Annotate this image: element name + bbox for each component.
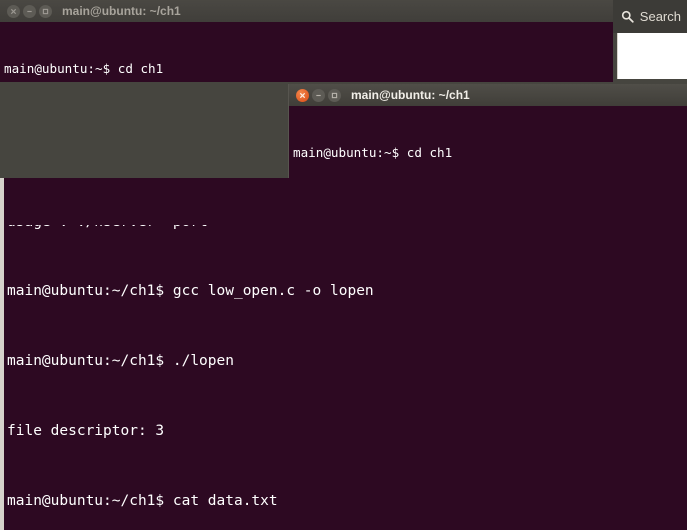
- maximize-icon[interactable]: [39, 4, 52, 18]
- terminal-line: main@ubuntu:~/ch1$ gcc low_open.c -o lop…: [7, 282, 374, 299]
- window-titlebar[interactable]: main@ubuntu: ~/ch1: [0, 0, 613, 22]
- search-label: Search: [639, 9, 681, 24]
- terminal-window-hserver[interactable]: main@ubuntu: ~/ch1 main@ubuntu:~$ cd ch1…: [288, 84, 687, 178]
- window-controls[interactable]: [7, 4, 52, 18]
- terminal-output[interactable]: main@ubuntu:~$ cd ch1 main@ubuntu:~/ch1$…: [289, 106, 687, 178]
- terminal-line: main@ubuntu:~$ cd ch1: [293, 145, 453, 160]
- window-title: main@ubuntu: ~/ch1: [62, 4, 181, 18]
- window-titlebar[interactable]: main@ubuntu: ~/ch1: [289, 84, 687, 106]
- terminal-line-clipped: usage : ./hserver <port>: [7, 225, 687, 233]
- terminal-output[interactable]: main@ubuntu:~$ cd ch1 main@ubuntu:~/ch1$…: [0, 22, 613, 82]
- window-title: main@ubuntu: ~/ch1: [351, 88, 470, 102]
- terminal-line: main@ubuntu:~$ cd ch1: [4, 61, 164, 76]
- maximize-icon[interactable]: [328, 88, 341, 102]
- window-controls[interactable]: [296, 88, 341, 102]
- terminal-window-hclient[interactable]: main@ubuntu: ~/ch1 main@ubuntu:~$ cd ch1…: [0, 0, 613, 82]
- terminal-line: file descriptor: 3: [7, 423, 165, 440]
- close-icon[interactable]: [7, 4, 20, 18]
- terminal-scrollbar[interactable]: [0, 178, 4, 530]
- search-box[interactable]: Search: [611, 0, 687, 33]
- terminal-window-main[interactable]: usage : ./hserver <port> main@ubuntu:~/c…: [0, 178, 687, 530]
- minimize-icon[interactable]: [312, 88, 325, 102]
- search-icon: [621, 10, 634, 23]
- background-app-pane: [617, 33, 687, 79]
- terminal-line: main@ubuntu:~/ch1$ ./lopen: [7, 352, 234, 369]
- close-icon[interactable]: [296, 88, 309, 102]
- minimize-icon[interactable]: [23, 4, 36, 18]
- terminal-line: main@ubuntu:~/ch1$ cat data.txt: [7, 493, 278, 510]
- terminal-output[interactable]: usage : ./hserver <port> main@ubuntu:~/c…: [0, 178, 687, 530]
